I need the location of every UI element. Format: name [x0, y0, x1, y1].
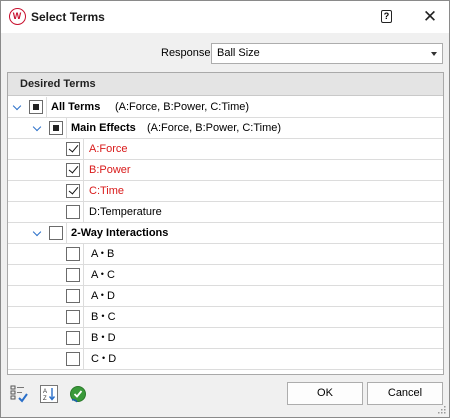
reset-icon [70, 386, 86, 403]
chevron-down-icon[interactable] [13, 103, 23, 113]
all-terms-label: All Terms [51, 101, 101, 113]
term-checkbox[interactable] [66, 163, 80, 177]
close-icon: ✕ [422, 7, 438, 26]
tree-row-term: C:Time [8, 181, 443, 202]
two-way-checkbox[interactable] [49, 226, 63, 240]
sort-terms-button[interactable]: A Z [39, 384, 59, 404]
term-label: A • C [91, 269, 115, 281]
resize-grip-icon[interactable] [438, 406, 446, 414]
term-label: C • D [91, 353, 117, 365]
dialog-title: Select Terms [31, 10, 105, 24]
term-checkbox[interactable] [66, 310, 80, 324]
term-checkbox[interactable] [66, 247, 80, 261]
tree-row-term: C • D [8, 349, 443, 370]
help-button[interactable]: ? [379, 9, 395, 25]
term-checkbox[interactable] [66, 184, 80, 198]
term-label: B • D [91, 332, 116, 344]
term-label: B:Power [89, 164, 131, 176]
tree-row-main-effects: Main Effects (A:Force, B:Power, C:Time) [8, 118, 443, 139]
tree-row-term: A • D [8, 286, 443, 307]
tree-row-term: B • C [8, 307, 443, 328]
term-label: B • C [91, 311, 116, 323]
main-effects-checkbox[interactable] [49, 121, 63, 135]
term-checkbox[interactable] [66, 352, 80, 366]
chevron-down-icon[interactable] [33, 229, 43, 239]
term-checkbox[interactable] [66, 289, 80, 303]
chevron-down-icon [431, 52, 437, 56]
tree-row-term: B:Power [8, 160, 443, 181]
tree-row-all-terms: All Terms (A:Force, B:Power, C:Time) [8, 97, 443, 118]
reset-button[interactable] [68, 384, 88, 404]
all-terms-detail: (A:Force, B:Power, C:Time) [115, 101, 250, 113]
terms-tree[interactable]: All Terms (A:Force, B:Power, C:Time) Mai… [8, 97, 443, 374]
sort-terms-icon: A Z [40, 385, 58, 403]
select-terms-dialog: Select Terms ? ✕ Response Ball Size Desi… [0, 0, 450, 418]
cancel-button[interactable]: Cancel [367, 382, 443, 405]
tree-row-term: A:Force [8, 139, 443, 160]
ok-button[interactable]: OK [287, 382, 363, 405]
panel-header: Desired Terms [8, 73, 443, 96]
svg-text:A: A [43, 389, 47, 395]
panel-title: Desired Terms [20, 78, 96, 90]
svg-text:Z: Z [43, 396, 47, 402]
main-effects-detail: (A:Force, B:Power, C:Time) [147, 122, 282, 134]
term-checkbox[interactable] [66, 268, 80, 282]
term-label: C:Time [89, 185, 125, 197]
tree-row-term: A • C [8, 265, 443, 286]
select-all-icon [10, 385, 28, 403]
response-label: Response [161, 47, 211, 59]
response-value: Ball Size [217, 47, 260, 59]
response-dropdown[interactable]: Ball Size [211, 43, 443, 64]
desired-terms-panel: Desired Terms All Terms (A:Force, B:Powe… [7, 72, 444, 375]
app-logo-icon [9, 8, 26, 25]
term-checkbox[interactable] [66, 142, 80, 156]
term-label: A • B [91, 248, 115, 260]
term-checkbox[interactable] [66, 331, 80, 345]
tree-row-term: A • B [8, 244, 443, 265]
two-way-label: 2-Way Interactions [71, 227, 169, 239]
close-button[interactable]: ✕ [420, 7, 440, 27]
term-label: A • D [91, 290, 115, 302]
tree-row-term: D:Temperature [8, 202, 443, 223]
main-effects-label: Main Effects [71, 122, 136, 134]
dialog-footer: A Z OK Cancel [1, 377, 449, 417]
chevron-down-icon[interactable] [33, 124, 43, 134]
term-label: A:Force [89, 143, 128, 155]
tree-row-two-way: 2-Way Interactions [8, 223, 443, 244]
select-all-button[interactable] [9, 384, 29, 404]
all-terms-checkbox[interactable] [29, 100, 43, 114]
tree-row-term: B • D [8, 328, 443, 349]
title-bar: Select Terms ? ✕ [1, 1, 449, 33]
help-icon: ? [381, 10, 392, 23]
term-checkbox[interactable] [66, 205, 80, 219]
term-label: D:Temperature [89, 206, 162, 218]
